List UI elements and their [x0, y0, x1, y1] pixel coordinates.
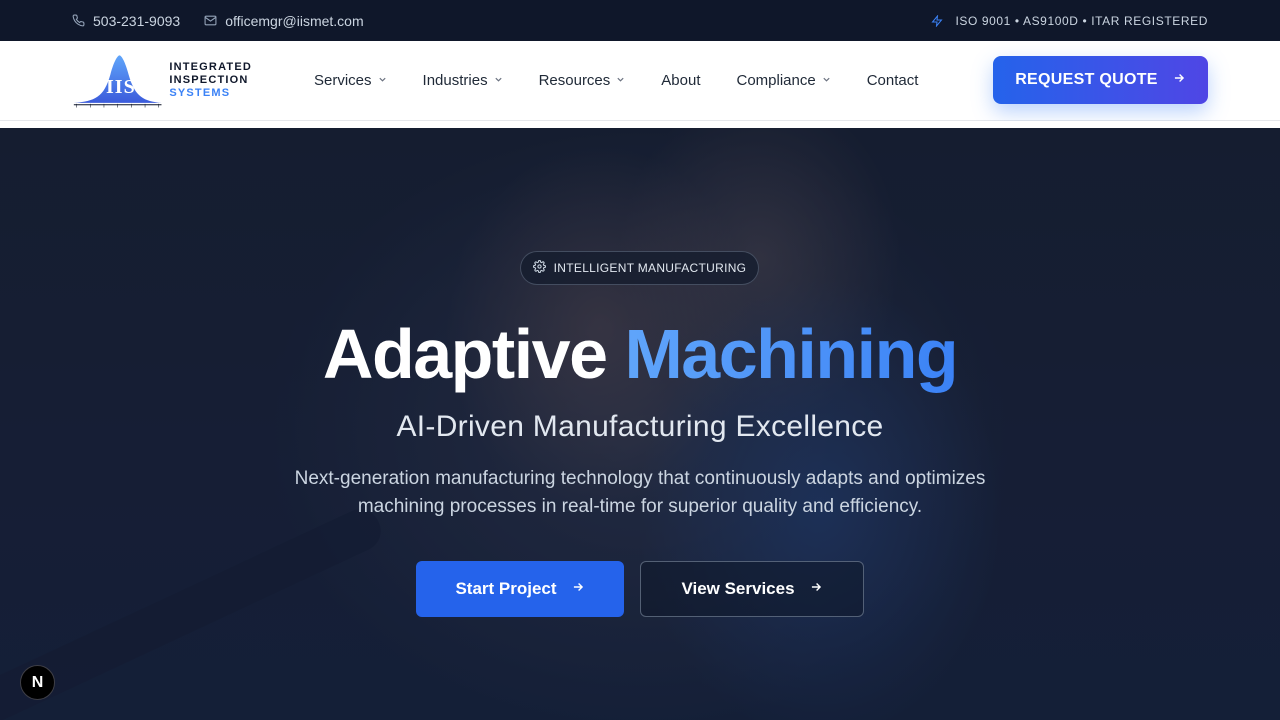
email-link[interactable]: officemgr@iismet.com: [204, 12, 364, 29]
nav-item-label: About: [661, 72, 701, 89]
email-address: officemgr@iismet.com: [225, 12, 364, 29]
certifications: ISO 9001 • AS9100D • ITAR REGISTERED: [931, 14, 1208, 28]
nav-menu: Services Industries Resources About Comp…: [314, 72, 918, 89]
nav-item-contact[interactable]: Contact: [867, 72, 919, 89]
logo-line-2: INSPECTION: [169, 74, 249, 86]
gear-icon: [532, 260, 546, 276]
arrow-right-icon: [1172, 71, 1186, 90]
bolt-icon: [931, 14, 944, 27]
nav-item-services[interactable]: Services: [314, 72, 387, 89]
nav-item-compliance[interactable]: Compliance: [736, 72, 830, 89]
chevron-down-icon: [494, 75, 503, 86]
nav-item-industries[interactable]: Industries: [423, 72, 503, 89]
nav-spacer: [0, 121, 1280, 128]
hero-badge-label: INTELLIGENT MANUFACTURING: [553, 261, 747, 275]
hero-section: INTELLIGENT MANUFACTURING Adaptive Machi…: [0, 128, 1280, 720]
phone-icon: [72, 14, 85, 27]
chevron-down-icon: [616, 75, 625, 86]
nav-item-label: Resources: [538, 72, 611, 89]
nav-item-resources[interactable]: Resources: [539, 72, 626, 89]
phone-number: 503-231-9093: [93, 12, 181, 29]
main-navigation: IIS INTEGRATED INSPECTION SYSTEMS Servic…: [0, 41, 1280, 121]
nav-item-label: Industries: [422, 72, 488, 89]
top-info-bar: 503-231-9093 officemgr@iismet.com ISO 90…: [0, 0, 1280, 41]
dev-tools-badge[interactable]: N: [20, 665, 55, 700]
nav-item-about[interactable]: About: [661, 72, 700, 89]
arrow-right-icon: [809, 579, 823, 599]
view-services-button[interactable]: View Services: [640, 561, 864, 617]
hero-headline: Adaptive Machining: [0, 314, 1280, 394]
hero-subheadline: AI-Driven Manufacturing Excellence: [396, 410, 884, 443]
nav-item-label: Compliance: [736, 72, 816, 89]
phone-link[interactable]: 503-231-9093: [72, 13, 180, 29]
start-project-button[interactable]: Start Project: [416, 561, 624, 617]
nav-item-label: Services: [314, 72, 372, 89]
headline-word-1: Adaptive: [322, 315, 608, 393]
logo-monogram: IIS: [106, 76, 136, 98]
request-quote-label: REQUEST QUOTE: [1015, 71, 1158, 88]
certifications-text: ISO 9001 • AS9100D • ITAR REGISTERED: [955, 13, 1208, 28]
nav-item-label: Contact: [866, 72, 919, 89]
chevron-down-icon: [822, 75, 831, 86]
start-project-label: Start Project: [455, 579, 557, 598]
logo-line-3: SYSTEMS: [169, 87, 231, 99]
request-quote-button[interactable]: REQUEST QUOTE: [993, 56, 1208, 104]
view-services-label: View Services: [681, 579, 795, 598]
mail-icon: [204, 14, 217, 27]
chevron-down-icon: [378, 75, 387, 86]
hero-badge: INTELLIGENT MANUFACTURING: [520, 251, 759, 285]
logo-line-1: INTEGRATED: [169, 61, 252, 73]
logo[interactable]: IIS INTEGRATED INSPECTION SYSTEMS: [72, 49, 252, 113]
arrow-right-icon: [571, 579, 585, 599]
contact-info: 503-231-9093 officemgr@iismet.com: [72, 13, 364, 29]
headline-word-2: Machining: [624, 315, 958, 393]
hero-description: Next-generation manufacturing technology…: [294, 468, 986, 517]
logo-wordmark: INTEGRATED INSPECTION SYSTEMS: [169, 61, 252, 100]
